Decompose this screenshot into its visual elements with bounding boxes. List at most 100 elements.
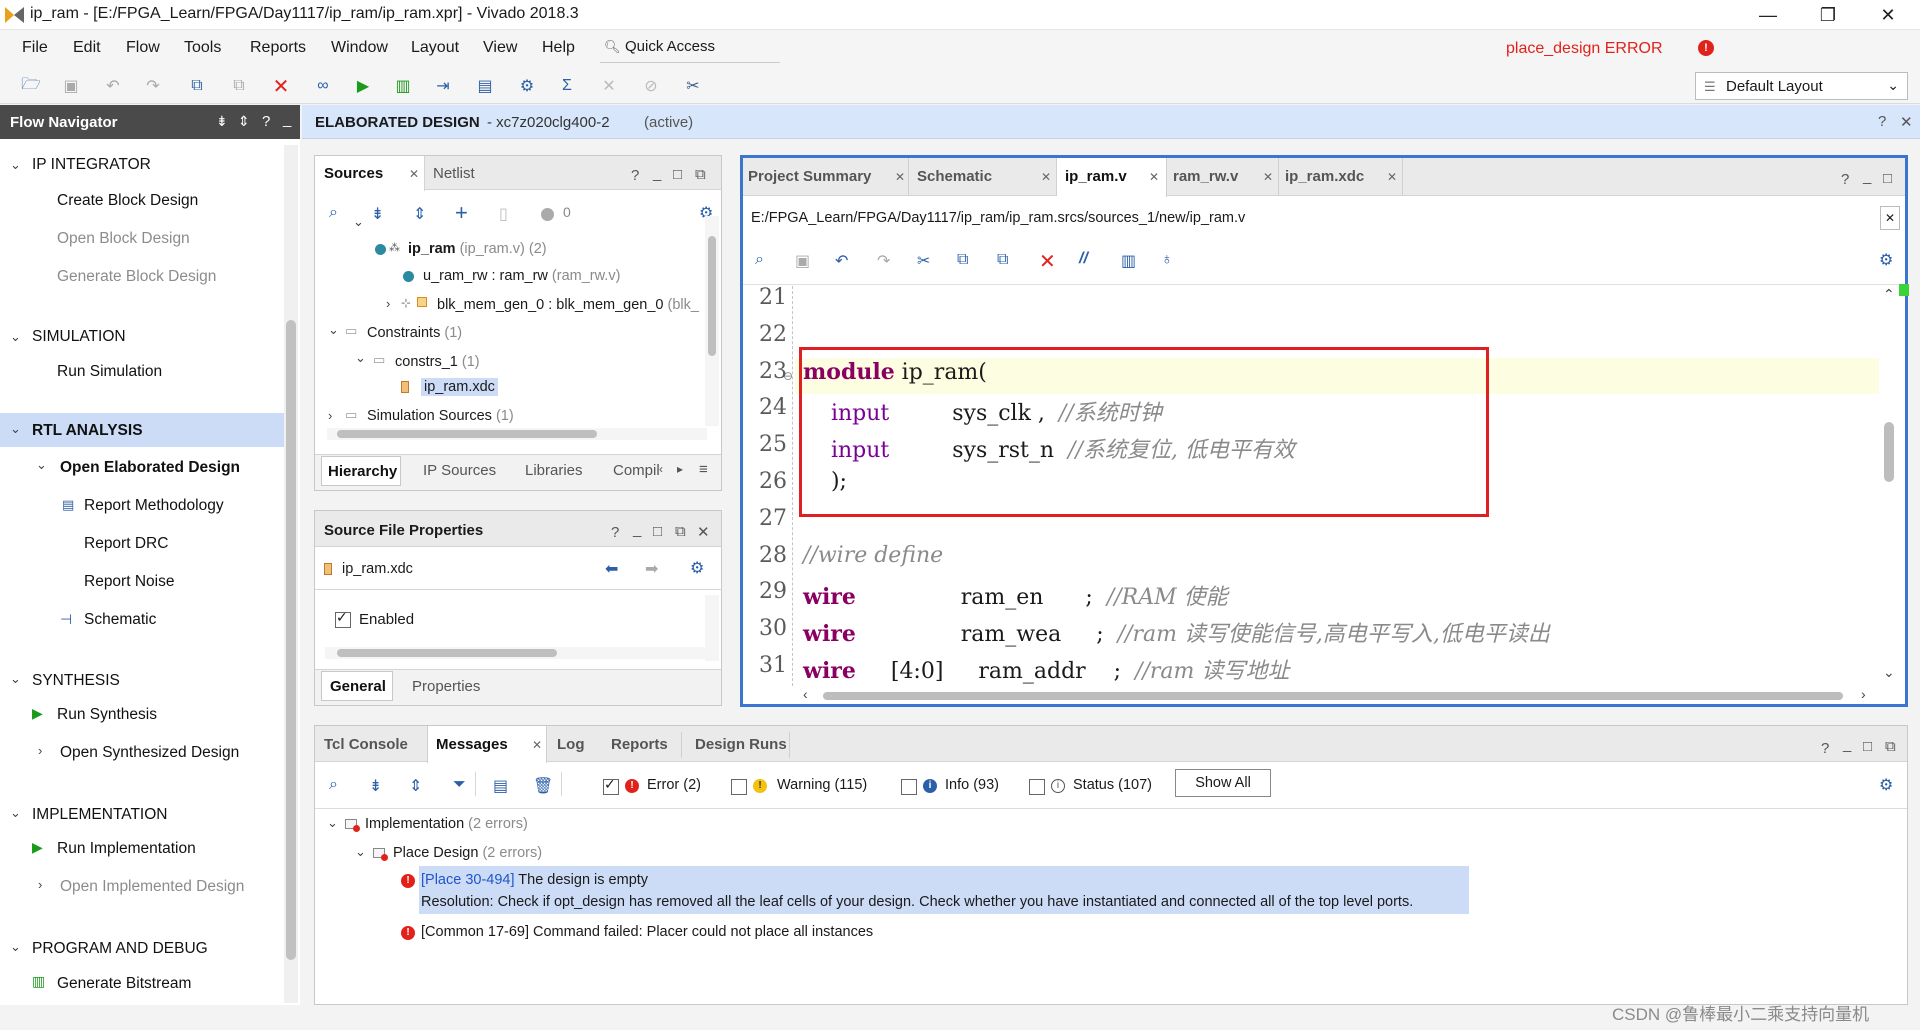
msg-link[interactable]: [Place 30-494] [421, 872, 515, 888]
tab-design-runs[interactable]: Design Runs [695, 736, 787, 753]
scroll-up-icon[interactable]: ⌃ [1883, 286, 1895, 303]
minimize-icon[interactable]: _ [653, 165, 661, 182]
scroll-left-icon[interactable]: ‹ [803, 686, 808, 702]
tool-disabled-icon[interactable]: ✕ [598, 75, 620, 97]
chevron-down-icon[interactable]: ⌄ [355, 844, 366, 860]
expand-all-icon[interactable]: ⇕ [238, 113, 250, 130]
chevron-down-icon[interactable]: ⌄ [10, 157, 21, 173]
tab-compile-order[interactable]: Compil [613, 462, 660, 479]
settings-icon[interactable]: ⚙ [1879, 775, 1893, 795]
close-icon[interactable]: ✕ [1041, 170, 1051, 184]
document-icon[interactable]: ▯ [499, 204, 508, 224]
msg-place-design[interactable]: Place Design (2 errors) [393, 845, 542, 861]
tree-ip-ram[interactable]: ip_ram (ip_ram.v) (2) [408, 241, 547, 257]
nav-run-implementation[interactable]: Run Implementation [57, 840, 196, 858]
open-project-icon[interactable]: 🗁 [20, 75, 42, 97]
help-icon[interactable]: ? [1821, 740, 1829, 757]
code-line[interactable]: input sys_clk , //系统时钟 [803, 395, 1162, 427]
minimize-icon[interactable]: _ [1843, 736, 1851, 753]
code-line[interactable]: //wire define [803, 543, 943, 568]
sources-hscrollbar[interactable] [327, 428, 707, 440]
maximize-icon[interactable]: □ [673, 166, 682, 183]
expand-all-icon[interactable]: ⇕ [409, 776, 422, 796]
tab-libraries[interactable]: Libraries [525, 462, 583, 479]
props-hscrollbar[interactable] [325, 647, 705, 659]
settings-icon[interactable]: ⚙ [1879, 250, 1893, 270]
trash-icon[interactable]: 🗑︎ [533, 776, 553, 796]
minimize-icon[interactable]: _ [633, 521, 641, 538]
tab-ip-ram-xdc[interactable]: ip_ram.xdc ✕ [1279, 158, 1403, 196]
bitstream-icon[interactable]: ▥ [392, 75, 414, 97]
close-icon[interactable]: ✕ [895, 170, 905, 184]
nav-create-block-design[interactable]: Create Block Design [57, 192, 198, 210]
close-icon[interactable]: ✕ [1900, 113, 1913, 131]
nav-run-simulation[interactable]: Run Simulation [57, 363, 162, 381]
copy-icon[interactable]: ⧉ [186, 75, 208, 97]
nav-report-drc[interactable]: Report DRC [84, 535, 168, 553]
chevron-down-icon[interactable]: ⌄ [10, 939, 21, 955]
lightbulb-icon[interactable]: ♁ [1161, 251, 1173, 269]
chevron-down-icon[interactable]: ⌄ [10, 671, 21, 687]
code-line[interactable]: wire ram_en ; //RAM 使能 [803, 579, 1228, 611]
add-source-icon[interactable]: + [455, 200, 468, 226]
menu-file[interactable]: File [22, 39, 48, 57]
scroll-thumb[interactable] [708, 236, 716, 356]
tree-blk-mem-gen[interactable]: blk_mem_gen_0 : blk_mem_gen_0 (blk_ [437, 297, 717, 313]
debug-icon[interactable]: ✂ [682, 75, 704, 97]
help-icon[interactable]: ? [1841, 171, 1849, 188]
chevron-down-icon[interactable]: ⌄ [36, 457, 47, 473]
section-program-debug[interactable]: PROGRAM AND DEBUG [32, 940, 208, 958]
nav-open-block-design[interactable]: Open Block Design [57, 230, 190, 248]
chevron-down-icon[interactable]: ⌄ [355, 350, 366, 366]
search-icon[interactable]: ⌕ [329, 204, 338, 222]
chevron-right-icon[interactable]: › [38, 743, 42, 758]
chevron-right-icon[interactable]: › [386, 296, 390, 311]
close-icon[interactable]: ✕ [1149, 170, 1159, 184]
copy-icon[interactable]: ⧉ [957, 251, 968, 269]
chevron-down-icon[interactable]: ⌄ [328, 322, 339, 338]
menu-view[interactable]: View [483, 39, 517, 57]
chevron-right-icon[interactable]: › [328, 408, 332, 423]
collapse-all-icon[interactable]: ⇟ [369, 776, 382, 796]
help-icon[interactable]: ? [631, 167, 639, 184]
scroll-thumb[interactable] [823, 692, 1843, 700]
float-icon[interactable]: ⧉ [695, 166, 706, 183]
help-icon[interactable]: ? [262, 113, 270, 130]
save-icon[interactable]: ▣ [60, 75, 82, 97]
close-icon[interactable]: ✕ [697, 523, 710, 541]
msg-place-30-494[interactable]: [Place 30-494] The design is empty [421, 872, 648, 888]
quick-access-field[interactable]: 🔍︎ Quick Access [600, 35, 780, 63]
chevron-down-icon[interactable]: ⌄ [353, 214, 364, 230]
tab-hierarchy[interactable]: Hierarchy [321, 456, 401, 486]
delete-icon[interactable]: ✕ [270, 75, 292, 98]
tab-reports[interactable]: Reports [611, 736, 668, 753]
tree-constrs-1[interactable]: constrs_1 (1) [395, 354, 480, 370]
menu-help[interactable]: Help [542, 39, 575, 57]
tab-ram-rw-v[interactable]: ram_rw.v ✕ [1167, 158, 1279, 196]
menu-reports[interactable]: Reports [250, 39, 306, 57]
editor-hscrollbar[interactable]: ‹ › [803, 686, 1873, 704]
tree-u-ram-rw[interactable]: u_ram_rw : ram_rw (ram_rw.v) [423, 268, 620, 284]
chevron-right-icon[interactable]: › [38, 877, 42, 892]
nav-open-elaborated-design[interactable]: Open Elaborated Design [60, 459, 240, 477]
tab-messages[interactable]: Messages ✕ [427, 726, 547, 763]
nav-run-synthesis[interactable]: Run Synthesis [57, 706, 157, 724]
restore-button[interactable]: ❐ [1808, 2, 1848, 28]
undo-icon[interactable]: ↶ [102, 75, 124, 97]
section-synthesis[interactable]: SYNTHESIS [32, 672, 120, 690]
sources-scrollbar[interactable] [705, 216, 719, 426]
report-icon[interactable]: ▤ [474, 75, 496, 97]
section-rtl-analysis[interactable]: RTL ANALYSIS [32, 422, 143, 440]
settings-icon[interactable]: ⚙ [690, 558, 704, 578]
tab-tcl-console[interactable]: Tcl Console [324, 736, 408, 753]
flow-navigator-scrollbar[interactable] [284, 145, 298, 1003]
props-scrollbar[interactable] [705, 595, 719, 661]
scroll-thumb[interactable] [337, 430, 597, 438]
show-all-button[interactable]: Show All [1175, 769, 1271, 797]
redo-icon[interactable]: ↷ [877, 251, 890, 271]
nav-open-synthesized-design[interactable]: Open Synthesized Design [60, 744, 239, 762]
program-icon[interactable]: ⇥ [432, 75, 454, 97]
msg-implementation[interactable]: Implementation (2 errors) [365, 816, 528, 832]
menu-edit[interactable]: Edit [73, 39, 101, 57]
warning-filter-checkbox[interactable] [731, 779, 747, 795]
